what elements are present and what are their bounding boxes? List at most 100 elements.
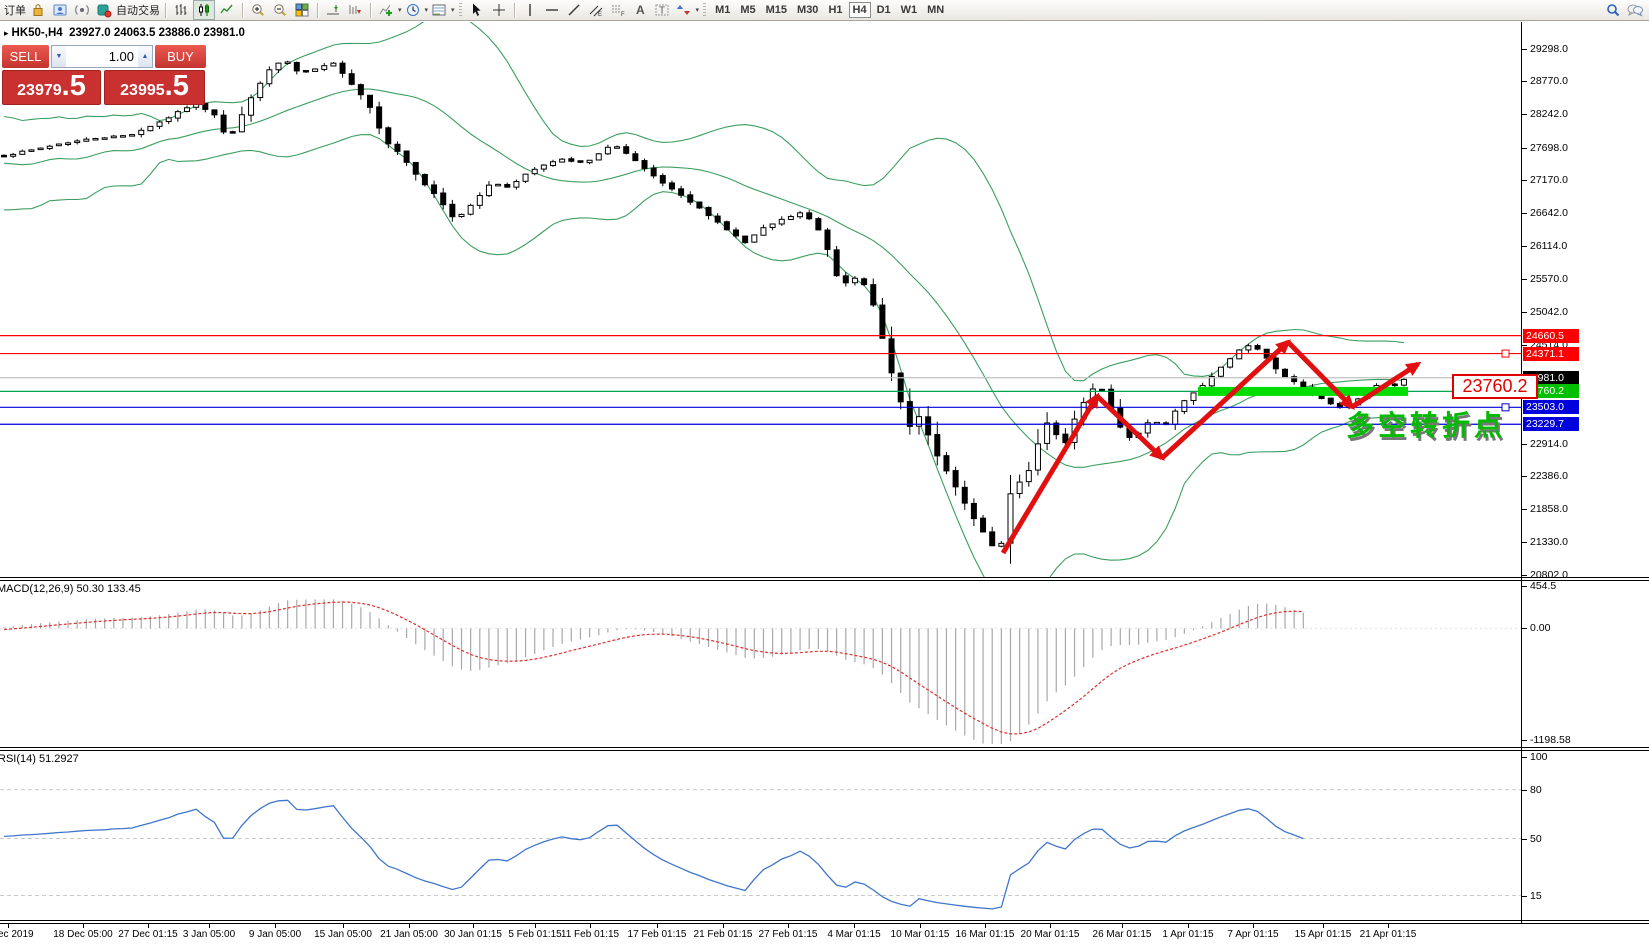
timeframe-H4[interactable]: H4: [849, 2, 871, 18]
toolbar-separator: [165, 3, 166, 18]
sell-price-fraction: .5: [62, 71, 86, 101]
macd-axis-label: 454.5: [1530, 580, 1556, 592]
date-label: 4 Mar 01:15: [827, 929, 880, 940]
crosshair-icon[interactable]: [489, 1, 509, 19]
panel-separator[interactable]: [0, 577, 1649, 578]
price-badge: 24371.1: [1523, 347, 1579, 361]
turning-point-annotation[interactable]: 多空转折点: [1346, 404, 1506, 444]
text-label-icon[interactable]: T: [652, 1, 672, 19]
price-badge: 24660.5: [1523, 329, 1579, 343]
rsi-axis-label: 50: [1530, 833, 1542, 845]
line-chart-icon[interactable]: [217, 1, 237, 19]
timeframe-M15[interactable]: M15: [762, 2, 791, 18]
date-tick: [1122, 924, 1123, 928]
buy-price-display[interactable]: 23995.5: [104, 70, 205, 105]
bar-chart-icon[interactable]: [171, 1, 191, 19]
panel-separator[interactable]: [0, 747, 1649, 748]
macd-panel[interactable]: [0, 581, 1521, 747]
date-axis[interactable]: 2 Dec 201918 Dec 05:0027 Dec 01:153 Jan …: [0, 924, 1649, 948]
arrows-icon[interactable]: [674, 1, 694, 19]
svg-text:F: F: [621, 12, 625, 18]
vertical-line-icon[interactable]: [520, 1, 540, 19]
date-label: 7 Apr 01:15: [1227, 929, 1278, 940]
timeframe-W1[interactable]: W1: [897, 2, 922, 18]
trend-zigzag-annotation[interactable]: [1003, 342, 1418, 553]
date-tick: [854, 924, 855, 928]
volume-stepper: ▼ ▲: [51, 45, 153, 68]
date-label: 10 Mar 01:15: [891, 929, 950, 940]
candlestick-chart-icon[interactable]: [193, 0, 215, 20]
community-icon[interactable]: [50, 1, 70, 19]
new-order-icon[interactable]: [28, 1, 48, 19]
volume-input[interactable]: [66, 46, 138, 67]
rsi-panel[interactable]: [0, 751, 1521, 920]
cursor-icon[interactable]: [467, 1, 487, 19]
autotrade-icon[interactable]: [94, 1, 114, 19]
panel-separator[interactable]: [0, 580, 1649, 581]
date-label: 1 Apr 01:15: [1162, 929, 1213, 940]
symbol-ohlc: 23927.0 24063.5 23886.0 23981.0: [69, 27, 245, 39]
timeframe-MN[interactable]: MN: [923, 2, 948, 18]
chart-shift-icon[interactable]: [323, 1, 343, 19]
chevron-down-icon[interactable]: ▾: [425, 6, 429, 14]
periods-icon[interactable]: [403, 1, 423, 19]
buy-button[interactable]: BUY: [155, 45, 206, 68]
price-axis[interactable]: 29298.028770.028242.027698.027170.026642…: [1521, 22, 1649, 924]
date-tick: [1050, 924, 1051, 928]
axis-tick: [1522, 757, 1527, 758]
zoom-in-icon[interactable]: [248, 1, 268, 19]
panel-separator[interactable]: [0, 750, 1649, 751]
horizontal-line-icon[interactable]: [542, 1, 562, 19]
date-label: 26 Mar 01:15: [1093, 929, 1152, 940]
price-level-callout[interactable]: 23760.2: [1452, 374, 1538, 399]
axis-tick: [1522, 542, 1527, 543]
axis-tick: [1522, 586, 1527, 587]
collapse-trade-panel-icon[interactable]: ▸: [4, 28, 9, 38]
search-icon[interactable]: [1603, 1, 1623, 19]
add-indicator-icon[interactable]: [376, 1, 396, 19]
date-label: 11 Feb 01:15: [561, 929, 619, 940]
chat-icon[interactable]: [1625, 1, 1645, 19]
candlesticks: [2, 61, 1407, 564]
toolbar-grip: [459, 3, 462, 17]
date-label: 3 Jan 05:00: [183, 929, 235, 940]
channel-icon[interactable]: E: [586, 1, 606, 19]
text-icon[interactable]: A: [630, 1, 650, 19]
fibonacci-icon[interactable]: F: [608, 1, 628, 19]
zoom-out-icon[interactable]: [270, 1, 290, 19]
volume-decrease-button[interactable]: ▼: [52, 46, 66, 67]
sell-price-display[interactable]: 23979.5: [2, 70, 101, 105]
date-label: 21 Feb 01:15: [694, 929, 753, 940]
axis-tick: [1522, 575, 1527, 576]
main-price-chart[interactable]: [0, 22, 1521, 577]
axis-tick: [1522, 180, 1527, 181]
date-label: 15 Apr 01:15: [1295, 929, 1352, 940]
timeframe-H1[interactable]: H1: [824, 2, 846, 18]
template-icon[interactable]: [429, 1, 449, 19]
trendline-icon[interactable]: [564, 1, 584, 19]
toolbar-separator: [242, 3, 243, 18]
volume-increase-button[interactable]: ▲: [138, 46, 152, 67]
broadcast-icon[interactable]: [72, 1, 92, 19]
panel-separator: [0, 920, 1649, 921]
chevron-down-icon[interactable]: ▾: [451, 6, 455, 14]
date-tick: [985, 924, 986, 928]
timeframe-M30[interactable]: M30: [793, 2, 822, 18]
axis-tick: [1522, 509, 1527, 510]
axis-tick-label: 26114.0: [1530, 240, 1567, 252]
auto-scroll-icon[interactable]: [345, 1, 365, 19]
autotrade-button[interactable]: 自动交易: [116, 1, 160, 19]
axis-tick: [1522, 279, 1527, 280]
chevron-down-icon[interactable]: ▾: [696, 6, 700, 14]
order-button[interactable]: 订单: [4, 1, 26, 19]
timeframe-M1[interactable]: M1: [711, 2, 734, 18]
date-tick: [1388, 924, 1389, 928]
chevron-down-icon[interactable]: ▾: [398, 6, 402, 14]
svg-text:E: E: [598, 12, 602, 18]
trading-platform-window: 订单 自动交易 ▾: [0, 0, 1649, 948]
tile-windows-icon[interactable]: [292, 1, 312, 19]
toolbar-separator: [317, 3, 318, 18]
timeframe-M5[interactable]: M5: [736, 2, 759, 18]
sell-button[interactable]: SELL: [2, 45, 49, 68]
timeframe-D1[interactable]: D1: [873, 2, 895, 18]
